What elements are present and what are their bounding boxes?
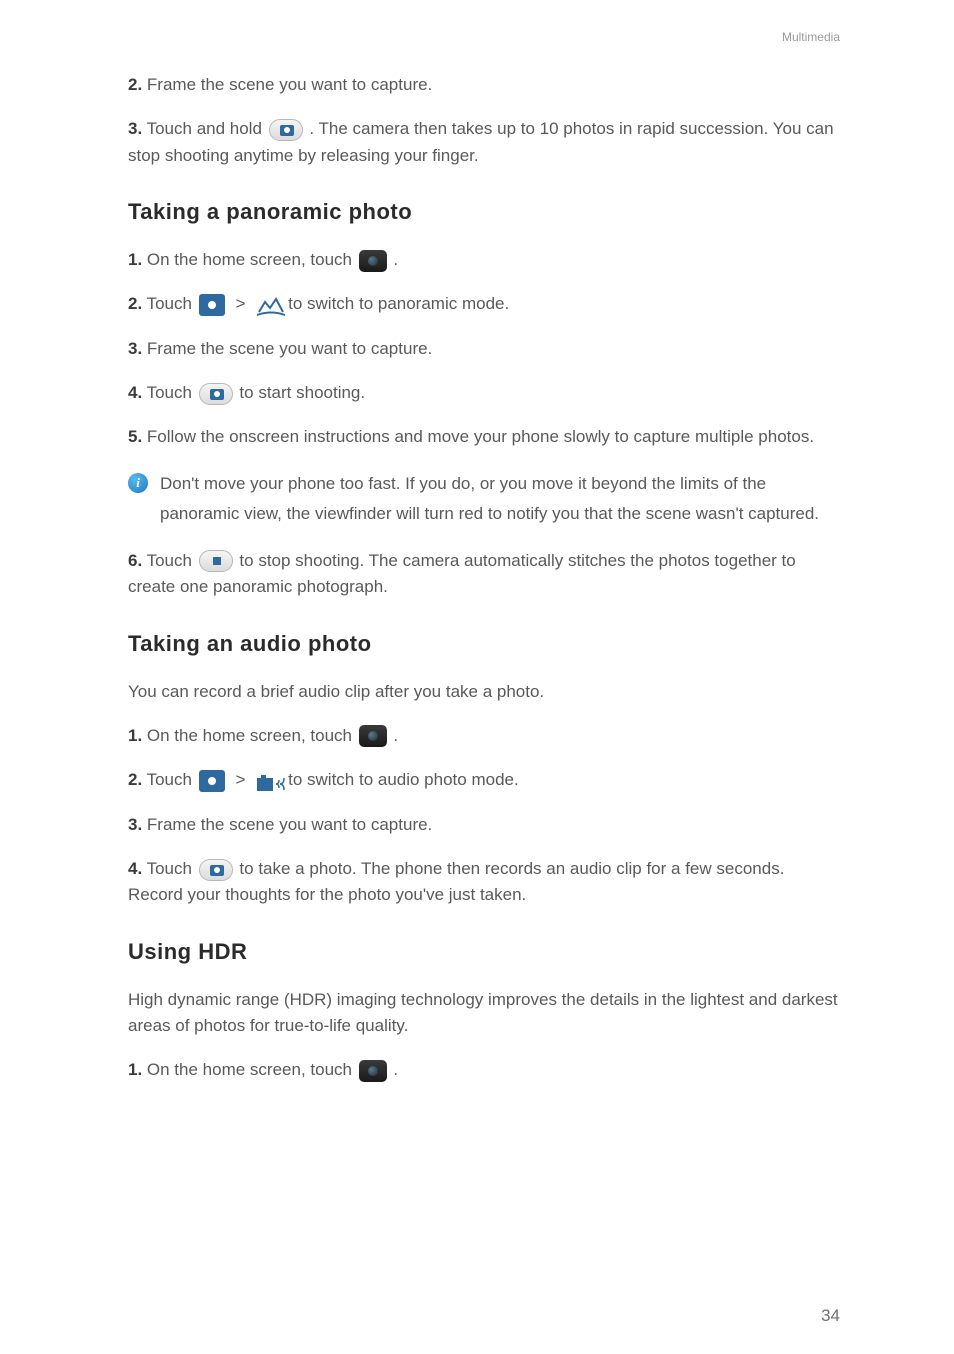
step-text: Touch bbox=[142, 770, 197, 789]
shutter-camera-icon bbox=[199, 383, 233, 405]
pano-step-2: 2. Touch > to switch to panoramic mode. bbox=[128, 291, 840, 317]
step-text: . bbox=[389, 1060, 398, 1079]
pano-step-3: 3. Frame the scene you want to capture. bbox=[128, 336, 840, 362]
panorama-icon bbox=[256, 296, 286, 318]
step-number: 4. bbox=[128, 383, 142, 402]
chevron-right-icon: > bbox=[235, 770, 245, 789]
heading-audio-photo: Taking an audio photo bbox=[128, 631, 840, 657]
step-text: Frame the scene you want to capture. bbox=[142, 339, 432, 358]
camera-app-icon bbox=[359, 250, 387, 272]
step-number: 2. bbox=[128, 770, 142, 789]
step-text: Touch bbox=[142, 383, 197, 402]
audio-step-4: 4. Touch to take a photo. The phone then… bbox=[128, 856, 840, 909]
pano-step-4: 4. Touch to start shooting. bbox=[128, 380, 840, 406]
step-number: 1. bbox=[128, 1060, 142, 1079]
burst-step-3: 3. Touch and hold . The camera then take… bbox=[128, 116, 840, 169]
step-text: On the home screen, touch bbox=[142, 250, 357, 269]
step-number: 5. bbox=[128, 427, 142, 446]
audio-intro: You can record a brief audio clip after … bbox=[128, 679, 840, 705]
hdr-intro: High dynamic range (HDR) imaging technol… bbox=[128, 987, 840, 1040]
step-text: On the home screen, touch bbox=[142, 1060, 357, 1079]
step-text: to start shooting. bbox=[235, 383, 365, 402]
step-text: Touch bbox=[142, 859, 197, 878]
step-number: 3. bbox=[128, 119, 142, 138]
pano-step-6: 6. Touch to stop shooting. The camera au… bbox=[128, 548, 840, 601]
step-number: 2. bbox=[128, 294, 142, 313]
step-text: . bbox=[389, 726, 398, 745]
audio-photo-icon bbox=[256, 774, 286, 794]
step-number: 3. bbox=[128, 815, 142, 834]
step-text: to switch to panoramic mode. bbox=[288, 294, 509, 313]
info-note: i Don't move your phone too fast. If you… bbox=[128, 469, 840, 530]
chevron-right-icon: > bbox=[235, 294, 245, 313]
pano-step-5: 5. Follow the onscreen instructions and … bbox=[128, 424, 840, 450]
step-text: On the home screen, touch bbox=[142, 726, 357, 745]
info-text: Don't move your phone too fast. If you d… bbox=[160, 469, 840, 530]
camera-app-icon bbox=[359, 1060, 387, 1082]
burst-step-2: 2. Frame the scene you want to capture. bbox=[128, 72, 840, 98]
step-text: Frame the scene you want to capture. bbox=[142, 815, 432, 834]
pano-step-1: 1. On the home screen, touch . bbox=[128, 247, 840, 273]
audio-step-1: 1. On the home screen, touch . bbox=[128, 723, 840, 749]
section-header: Multimedia bbox=[782, 30, 840, 44]
step-number: 2. bbox=[128, 75, 142, 94]
hdr-step-1: 1. On the home screen, touch . bbox=[128, 1057, 840, 1083]
heading-hdr: Using HDR bbox=[128, 939, 840, 965]
step-number: 4. bbox=[128, 859, 142, 878]
step-number: 1. bbox=[128, 250, 142, 269]
audio-step-3: 3. Frame the scene you want to capture. bbox=[128, 812, 840, 838]
heading-panoramic: Taking a panoramic photo bbox=[128, 199, 840, 225]
camera-mode-icon bbox=[199, 294, 225, 316]
step-text: Follow the onscreen instructions and mov… bbox=[142, 427, 814, 446]
step-text: Touch bbox=[142, 294, 197, 313]
step-text: Frame the scene you want to capture. bbox=[142, 75, 432, 94]
audio-step-2: 2. Touch > to switch to audio photo mode… bbox=[128, 767, 840, 793]
shutter-camera-icon bbox=[199, 859, 233, 881]
step-text: Touch bbox=[142, 551, 197, 570]
camera-app-icon bbox=[359, 725, 387, 747]
step-text: to switch to audio photo mode. bbox=[288, 770, 519, 789]
shutter-stop-icon bbox=[199, 550, 233, 572]
page-number: 34 bbox=[821, 1306, 840, 1326]
step-number: 1. bbox=[128, 726, 142, 745]
step-number: 3. bbox=[128, 339, 142, 358]
step-number: 6. bbox=[128, 551, 142, 570]
step-text: . bbox=[389, 250, 398, 269]
camera-mode-icon bbox=[199, 770, 225, 792]
shutter-camera-icon bbox=[269, 119, 303, 141]
info-icon: i bbox=[128, 473, 148, 493]
step-text: Touch and hold bbox=[142, 119, 266, 138]
